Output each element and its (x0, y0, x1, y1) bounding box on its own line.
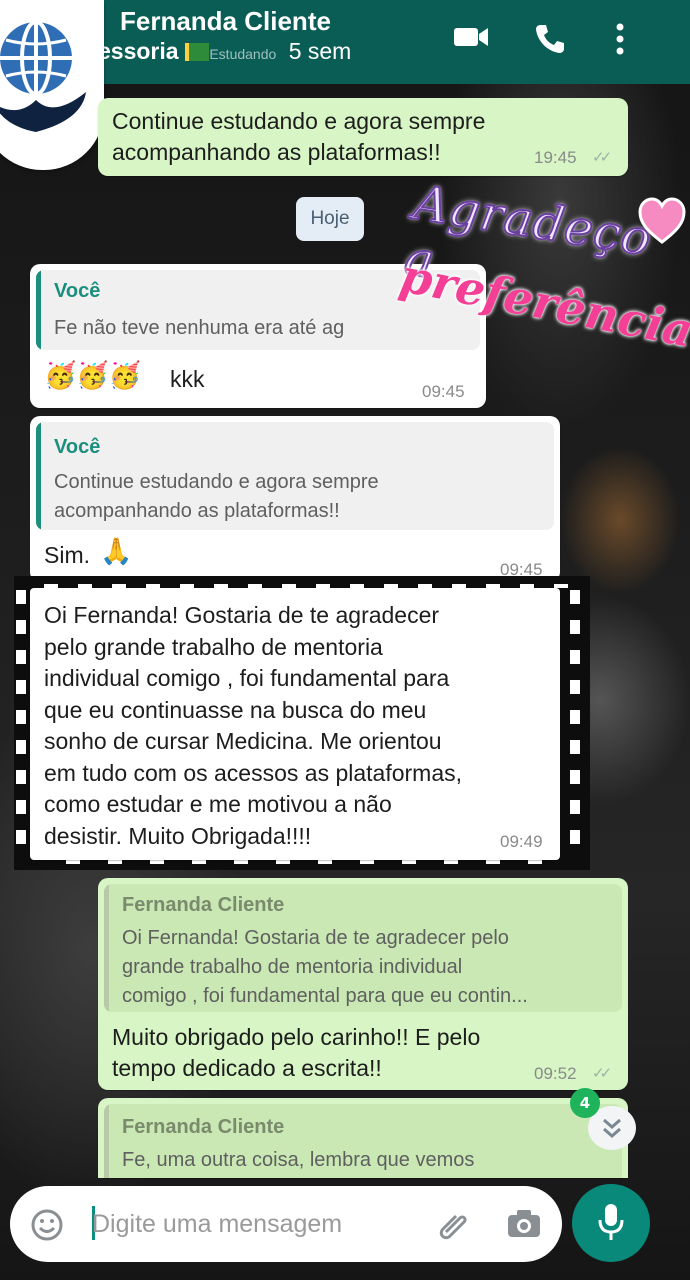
video-call-icon[interactable] (452, 22, 490, 52)
message-time: 09:49 (500, 832, 543, 851)
status-time: 5 sem (288, 38, 352, 64)
voice-call-icon[interactable] (533, 22, 567, 56)
unread-count-badge: 4 (570, 1088, 600, 1118)
message-text: Oi Fernanda! Gostaria de te agradecer pe… (44, 602, 463, 849)
quote-text: Fe, uma outra coisa, lembra que vemos (122, 1149, 475, 1171)
message-time: 09:52 (534, 1064, 577, 1083)
message-text: kkk (170, 366, 205, 392)
quoted-message[interactable]: Fernanda Cliente Oi Fernanda! Gostaria d… (104, 884, 622, 1012)
quote-text: Oi Fernanda! Gostaria de te agradecer pe… (122, 927, 528, 1007)
message-text: Continue estudando e agora sempre acompa… (112, 108, 486, 165)
message-bubble-incoming[interactable]: Oi Fernanda! Gostaria de te agradecer pe… (30, 588, 560, 860)
quoted-message[interactable]: Fernanda Cliente Fe, uma outra coisa, le… (104, 1104, 622, 1178)
quote-accent-bar (36, 422, 41, 530)
quote-author: Fernanda Cliente (122, 1116, 285, 1138)
read-ticks-icon: ✓✓ (592, 149, 612, 166)
status-bold: essoria (98, 38, 179, 64)
heart-icon (638, 197, 686, 244)
message-input[interactable]: Digite uma mensagem (92, 1210, 342, 1239)
read-ticks-icon: ✓✓ (592, 1065, 612, 1082)
message-emoji: 🙏 (100, 536, 133, 566)
quote-accent-bar (36, 270, 41, 350)
message-text: Muito obrigado pelo carinho!! E pelo tem… (112, 1024, 481, 1081)
contact-status: essoria Estudando 5 sem (98, 38, 351, 65)
attach-icon[interactable] (434, 1206, 472, 1244)
mic-button[interactable] (572, 1184, 650, 1262)
quote-text: Fe não teve nenhuma era até ag (54, 317, 345, 339)
status-mid: Estudando (209, 46, 277, 62)
contact-name[interactable]: Fernanda Cliente (120, 6, 331, 37)
message-emoji: 🥳🥳🥳 (44, 360, 142, 390)
quote-author: Você (54, 280, 101, 302)
message-time: 09:45 (422, 382, 465, 401)
book-icon (184, 43, 209, 61)
quote-text: Continue estudando e agora sempre acompa… (54, 471, 379, 522)
message-bubble-outgoing[interactable]: Fernanda Cliente Oi Fernanda! Gostaria d… (98, 878, 628, 1090)
quote-author: Fernanda Cliente (122, 894, 285, 916)
brand-logo (0, 0, 104, 170)
message-text: Sim. (44, 542, 90, 568)
quote-author: Você (54, 436, 101, 458)
camera-icon[interactable] (506, 1208, 542, 1240)
microphone-icon (598, 1204, 624, 1240)
emoji-icon[interactable] (30, 1208, 64, 1242)
quoted-message[interactable]: Você Continue estudando e agora sempre a… (36, 422, 554, 530)
quote-accent-bar (104, 1104, 109, 1178)
globe-hands-icon (0, 20, 86, 132)
quote-accent-bar (104, 884, 109, 1012)
day-divider: Hoje (296, 197, 364, 241)
message-time: 19:45 (534, 148, 577, 167)
message-bubble-outgoing[interactable]: Continue estudando e agora sempre acompa… (98, 98, 628, 176)
message-bubble-outgoing[interactable]: Fernanda Cliente Fe, uma outra coisa, le… (98, 1098, 628, 1178)
message-bubble-incoming[interactable]: Você Continue estudando e agora sempre a… (30, 416, 560, 582)
more-options-icon[interactable] (612, 22, 628, 56)
message-composer[interactable]: Digite uma mensagem (10, 1186, 562, 1262)
